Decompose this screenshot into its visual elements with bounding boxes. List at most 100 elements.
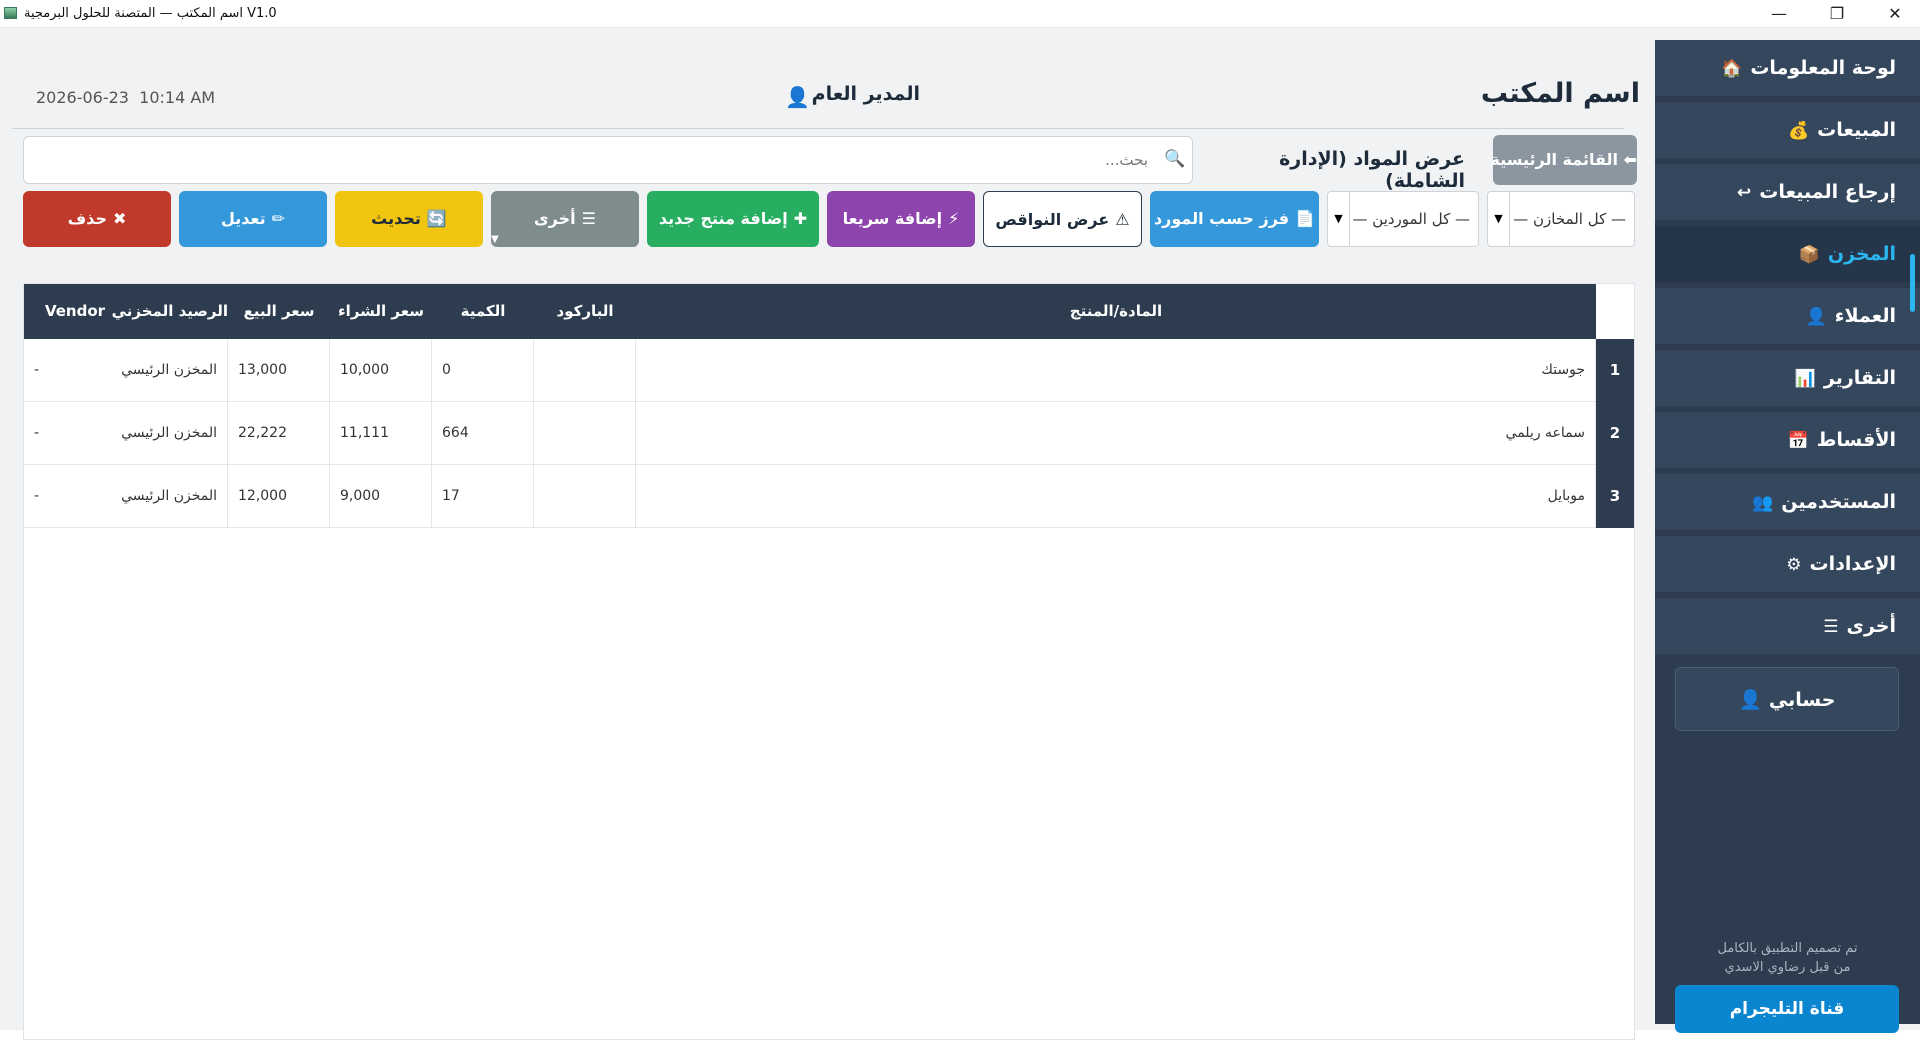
sidebar-item-other[interactable]: أخرى☰	[1655, 598, 1920, 654]
add-new-product-button[interactable]: ✚إضافة منتج جديد	[647, 191, 819, 247]
search-icon: 🔍	[1164, 149, 1186, 169]
column-header-barcode[interactable]: الباركود	[534, 284, 636, 339]
money-bag-icon: 💰	[1787, 121, 1810, 141]
sidebar-item-sales[interactable]: المبيعات💰	[1655, 102, 1920, 158]
vendors-filter-select[interactable]: ▼ — كل الموردين —	[1327, 191, 1479, 247]
column-header-sell-price[interactable]: سعر البيع	[228, 284, 330, 339]
table-row[interactable]: سماعه ريلمي 664 11,111 22,222 المخزن الر…	[24, 402, 1596, 465]
cell-quantity: 664	[432, 402, 534, 464]
sidebar-item-settings[interactable]: الإعدادات⚙	[1655, 536, 1920, 592]
cell-buy-price: 9,000	[330, 465, 432, 527]
minimize-button[interactable]: —	[1756, 2, 1802, 26]
cell-product: جوستك	[636, 339, 1596, 401]
delete-button[interactable]: ✖حذف	[23, 191, 171, 247]
chevron-down-icon: ▼	[1328, 192, 1350, 246]
cell-sell-price: 13,000	[228, 339, 330, 401]
return-arrow-icon: ↩	[1737, 183, 1752, 203]
table-row[interactable]: جوستك 0 10,000 13,000 المخزن الرئيسي -	[24, 339, 1596, 402]
users-icon: 👥	[1752, 493, 1774, 513]
sidebar-item-reports[interactable]: التقارير📊	[1655, 350, 1920, 406]
cell-product: موبايل	[636, 465, 1596, 527]
date: 2026-06-23	[36, 88, 129, 107]
warning-icon: ⚠	[1115, 210, 1130, 229]
column-header-buy-price[interactable]: سعر الشراء	[330, 284, 432, 339]
cell-barcode	[534, 465, 636, 527]
credit-text: تم تصميم التطبيق بالكامل من قبل رضاوي ال…	[1717, 941, 1858, 975]
row-number[interactable]: 2	[1596, 402, 1634, 465]
menu-icon: ☰	[1823, 617, 1839, 637]
calendar-icon: 📅	[1787, 431, 1809, 451]
x-icon: ✖	[112, 209, 127, 228]
office-name: اسم المكتب	[1480, 78, 1640, 109]
gear-icon: ⚙	[1786, 555, 1802, 575]
search-box: 🔍	[23, 136, 1193, 184]
user-icon: 👤	[1738, 689, 1763, 711]
dropdown-caret-icon: ▼	[491, 234, 499, 245]
window-title: V1.0 اسم المكتب — المتصنة للحلول البرمجي…	[24, 6, 277, 21]
lightning-icon: ⚡	[948, 209, 960, 228]
column-header-product[interactable]: المادة/المنتج	[636, 284, 1596, 339]
main-menu-button[interactable]: ⬅ القائمة الرئيسية	[1490, 135, 1637, 185]
menu-icon: ☰	[581, 209, 596, 228]
my-account-button[interactable]: حسابي 👤	[1675, 667, 1899, 731]
cell-product: سماعه ريلمي	[636, 402, 1596, 464]
cell-sell-price: 22,222	[228, 402, 330, 464]
app-icon	[4, 7, 17, 19]
user-avatar-icon: 👤	[785, 85, 810, 109]
cell-barcode	[534, 339, 636, 401]
cell-buy-price: 11,111	[330, 402, 432, 464]
sidebar-item-sales-returns[interactable]: إرجاع المبيعات↩	[1655, 164, 1920, 220]
sort-by-vendor-button[interactable]: 📄فرز حسب المورد	[1150, 191, 1319, 247]
chevron-down-icon: ▼	[1488, 192, 1510, 246]
cell-sell-price: 12,000	[228, 465, 330, 527]
back-arrow-icon: ⬅	[1623, 150, 1637, 169]
plus-icon: ✚	[793, 209, 808, 228]
column-header-store-balance[interactable]: الرصيد المخزني	[112, 284, 228, 339]
restore-button[interactable]: ❐	[1814, 2, 1860, 26]
cell-store: المخزن الرئيسي	[121, 339, 228, 401]
sidebar: لوحة المعلومات🏠 المبيعات💰 إرجاع المبيعات…	[1655, 40, 1920, 1033]
close-button[interactable]: ✕	[1872, 2, 1918, 26]
cell-store: المخزن الرئيسي	[121, 402, 228, 464]
house-icon: 🏠	[1721, 59, 1743, 79]
pencil-icon: ✏	[271, 209, 285, 228]
bar-chart-icon: 📊	[1794, 369, 1816, 389]
active-nav-indicator	[1910, 254, 1915, 312]
cell-vendor: -	[34, 488, 40, 504]
stores-filter-select[interactable]: ▼ — كل المخازن —	[1487, 191, 1635, 247]
column-header-quantity[interactable]: الكمية	[432, 284, 534, 339]
row-number[interactable]: 3	[1596, 465, 1634, 528]
show-shortages-button[interactable]: ⚠عرض النواقص	[983, 191, 1142, 247]
cell-store: المخزن الرئيسي	[121, 465, 228, 527]
table-header: المادة/المنتج الباركود الكمية سعر الشراء…	[24, 284, 1596, 339]
quick-add-button[interactable]: ⚡إضافة سريعا	[827, 191, 975, 247]
datetime: 2026-06-23 10:14 AM	[36, 88, 215, 107]
row-number-header	[1596, 284, 1634, 339]
cell-quantity: 17	[432, 465, 534, 527]
refresh-button[interactable]: 🔄تحديث	[335, 191, 483, 247]
view-title: عرض المواد (الإدارة الشاملة)	[1279, 148, 1465, 192]
column-header-vendor[interactable]: Vendor	[24, 284, 126, 339]
user-icon: 👤	[1805, 307, 1827, 327]
row-number[interactable]: 1	[1596, 339, 1634, 402]
other-menu-button[interactable]: ☰أخرى	[491, 191, 639, 247]
telegram-channel-button[interactable]: قناة التليجرام	[1675, 985, 1899, 1033]
time: 10:14 AM	[139, 88, 216, 107]
table-row[interactable]: موبايل 17 9,000 12,000 المخزن الرئيسي -	[24, 465, 1596, 528]
sidebar-item-users[interactable]: المستخدمين👥	[1655, 474, 1920, 530]
cell-vendor: -	[34, 362, 40, 378]
app-window: لوحة المعلومات🏠 المبيعات💰 إرجاع المبيعات…	[0, 28, 1920, 1040]
search-input[interactable]	[24, 137, 1154, 183]
sidebar-item-customers[interactable]: العملاء👤	[1655, 288, 1920, 344]
header-divider	[12, 128, 1624, 129]
cell-quantity: 0	[432, 339, 534, 401]
sidebar-item-dashboard[interactable]: لوحة المعلومات🏠	[1655, 40, 1920, 96]
products-table: المادة/المنتج الباركود الكمية سعر الشراء…	[23, 283, 1635, 1040]
edit-button[interactable]: ✏تعديل	[179, 191, 327, 247]
refresh-icon: 🔄	[426, 209, 447, 228]
document-icon: 📄	[1295, 209, 1316, 228]
package-icon: 📦	[1798, 245, 1820, 265]
sidebar-item-installments[interactable]: الأقساط📅	[1655, 412, 1920, 468]
window-title-bar: V1.0 اسم المكتب — المتصنة للحلول البرمجي…	[0, 0, 1920, 28]
sidebar-item-warehouse[interactable]: المخزن📦	[1655, 226, 1920, 282]
